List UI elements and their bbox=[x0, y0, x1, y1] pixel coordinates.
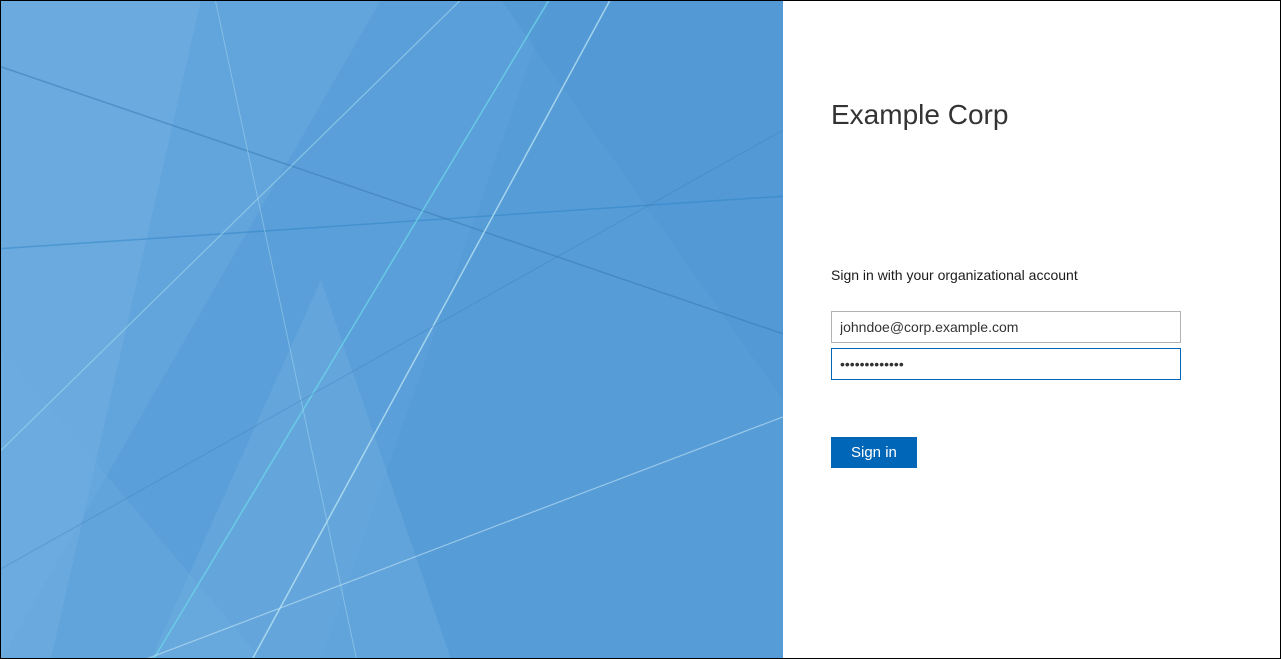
signin-panel: Example Corp Sign in with your organizat… bbox=[783, 1, 1280, 658]
org-name: Example Corp bbox=[831, 99, 1232, 131]
signin-button[interactable]: Sign in bbox=[831, 437, 917, 468]
signin-instruction: Sign in with your organizational account bbox=[831, 267, 1232, 283]
password-input[interactable] bbox=[831, 348, 1181, 380]
username-input[interactable] bbox=[831, 311, 1181, 343]
illustration-svg bbox=[1, 1, 783, 658]
signin-page: Example Corp Sign in with your organizat… bbox=[1, 1, 1280, 658]
illustration-panel bbox=[1, 1, 783, 658]
